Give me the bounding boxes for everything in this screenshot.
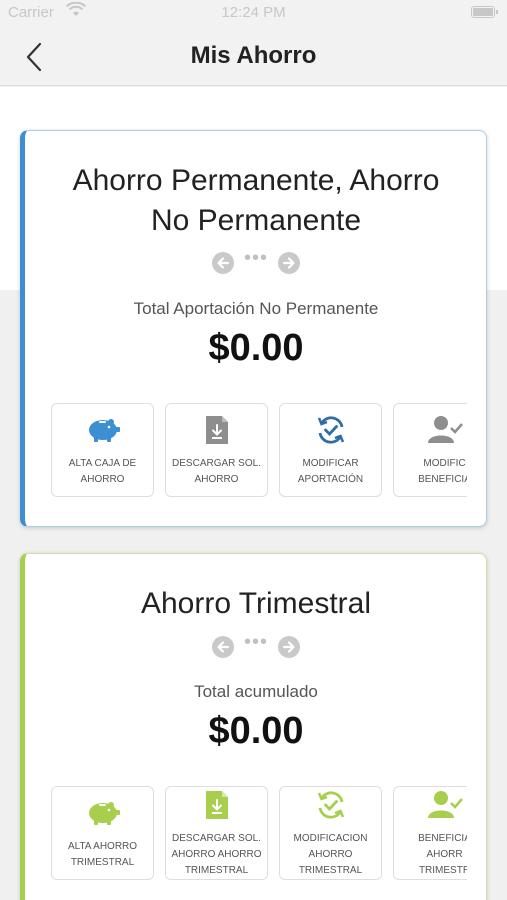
download-document-icon (205, 791, 228, 819)
refresh-check-icon (317, 791, 344, 819)
action-label: AHORRO (194, 474, 239, 485)
download-document-icon (205, 416, 228, 444)
action-label: AHORRO AHORRO (171, 849, 262, 860)
card-pager: ••• (25, 631, 486, 658)
action-label: ALTA CAJA DE (68, 458, 137, 469)
page-title: Mis Ahorro (190, 42, 317, 69)
action-label: AHORR (426, 849, 463, 860)
user-check-icon (427, 791, 463, 818)
actions-row: ALTA AHORRO TRIMESTRAL DESCARGAR SOL. AHOR… (51, 786, 467, 886)
piggy-bank-icon (88, 802, 120, 825)
total-amount: $0.00 (208, 327, 304, 369)
clock: 12:24 PM (221, 4, 286, 21)
action-label: MODIFICAR (302, 458, 359, 469)
action-label: APORTACIÓN (297, 474, 364, 485)
descargar-sol-ahorro-button[interactable]: DESCARGAR SOL. AHORRO (165, 403, 268, 497)
alta-caja-ahorro-button[interactable]: ALTA CAJA DE AHORRO (51, 403, 154, 497)
card-title: Ahorro Trimestral (140, 587, 372, 620)
prev-arrow-icon[interactable] (211, 635, 234, 658)
card-pager: ••• (25, 247, 486, 274)
prev-arrow-icon[interactable] (211, 251, 234, 274)
next-arrow-icon[interactable] (278, 251, 301, 274)
action-label: ALTA AHORRO (67, 841, 138, 852)
status-bar: Carrier 12:24 PM (0, 0, 507, 28)
total-amount: $0.00 (208, 710, 304, 752)
user-check-icon (427, 416, 463, 443)
beneficiarios-ahorro-trimestral-button[interactable]: BENEFICIA AHORR TRIMESTR (393, 786, 467, 880)
action-label: MODIFIC (423, 458, 466, 469)
alta-ahorro-trimestral-button[interactable]: ALTA AHORRO TRIMESTRAL (51, 786, 154, 880)
action-label: AHORRO (308, 849, 353, 860)
modificar-beneficiarios-button[interactable]: MODIFIC BENEFICIA (393, 403, 467, 497)
savings-card-quarterly: Ahorro Trimestral ••• Total acumulado $0… (20, 553, 487, 900)
action-label: TRIMESTRAL (184, 865, 249, 876)
action-label: MODIFICACION (293, 833, 368, 844)
modificacion-ahorro-trimestral-button[interactable]: MODIFICACION AHORRO TRIMESTRAL (279, 786, 382, 880)
piggy-bank-icon (88, 419, 120, 442)
action-label: BENEFICIA (418, 474, 467, 485)
navigation-bar: Mis Ahorro (0, 28, 507, 86)
battery-icon (471, 6, 498, 18)
modificar-aportacion-button[interactable]: MODIFICAR APORTACIÓN (279, 403, 382, 497)
action-label: TRIMESTRAL (70, 857, 135, 868)
action-label: DESCARGAR SOL. (172, 458, 261, 469)
total-label: Total Aportación No Permanente (133, 299, 379, 318)
total-label: Total acumulado (194, 682, 318, 701)
action-label: TRIMESTR (418, 865, 467, 876)
card-title-line1: Ahorro Permanente, Ahorro (72, 164, 440, 197)
pager-dots: ••• (243, 631, 268, 653)
next-arrow-icon[interactable] (278, 635, 301, 658)
card-title-line2: No Permanente (150, 204, 362, 237)
savings-card-permanent: Ahorro Permanente, Ahorro No Permanente … (20, 130, 487, 527)
action-label: TRIMESTRAL (298, 865, 363, 876)
pager-dots: ••• (243, 247, 268, 269)
action-label: BENEFICIA (418, 833, 467, 844)
action-label: DESCARGAR SOL. (172, 833, 261, 844)
refresh-check-icon (317, 416, 344, 444)
actions-row: ALTA CAJA DE AHORRO DESCARGAR SOL. AHORRO … (51, 403, 467, 503)
action-label: AHORRO (80, 474, 125, 485)
descargar-sol-ahorro-trimestral-button[interactable]: DESCARGAR SOL. AHORRO AHORRO TRIMESTRAL (165, 786, 268, 880)
